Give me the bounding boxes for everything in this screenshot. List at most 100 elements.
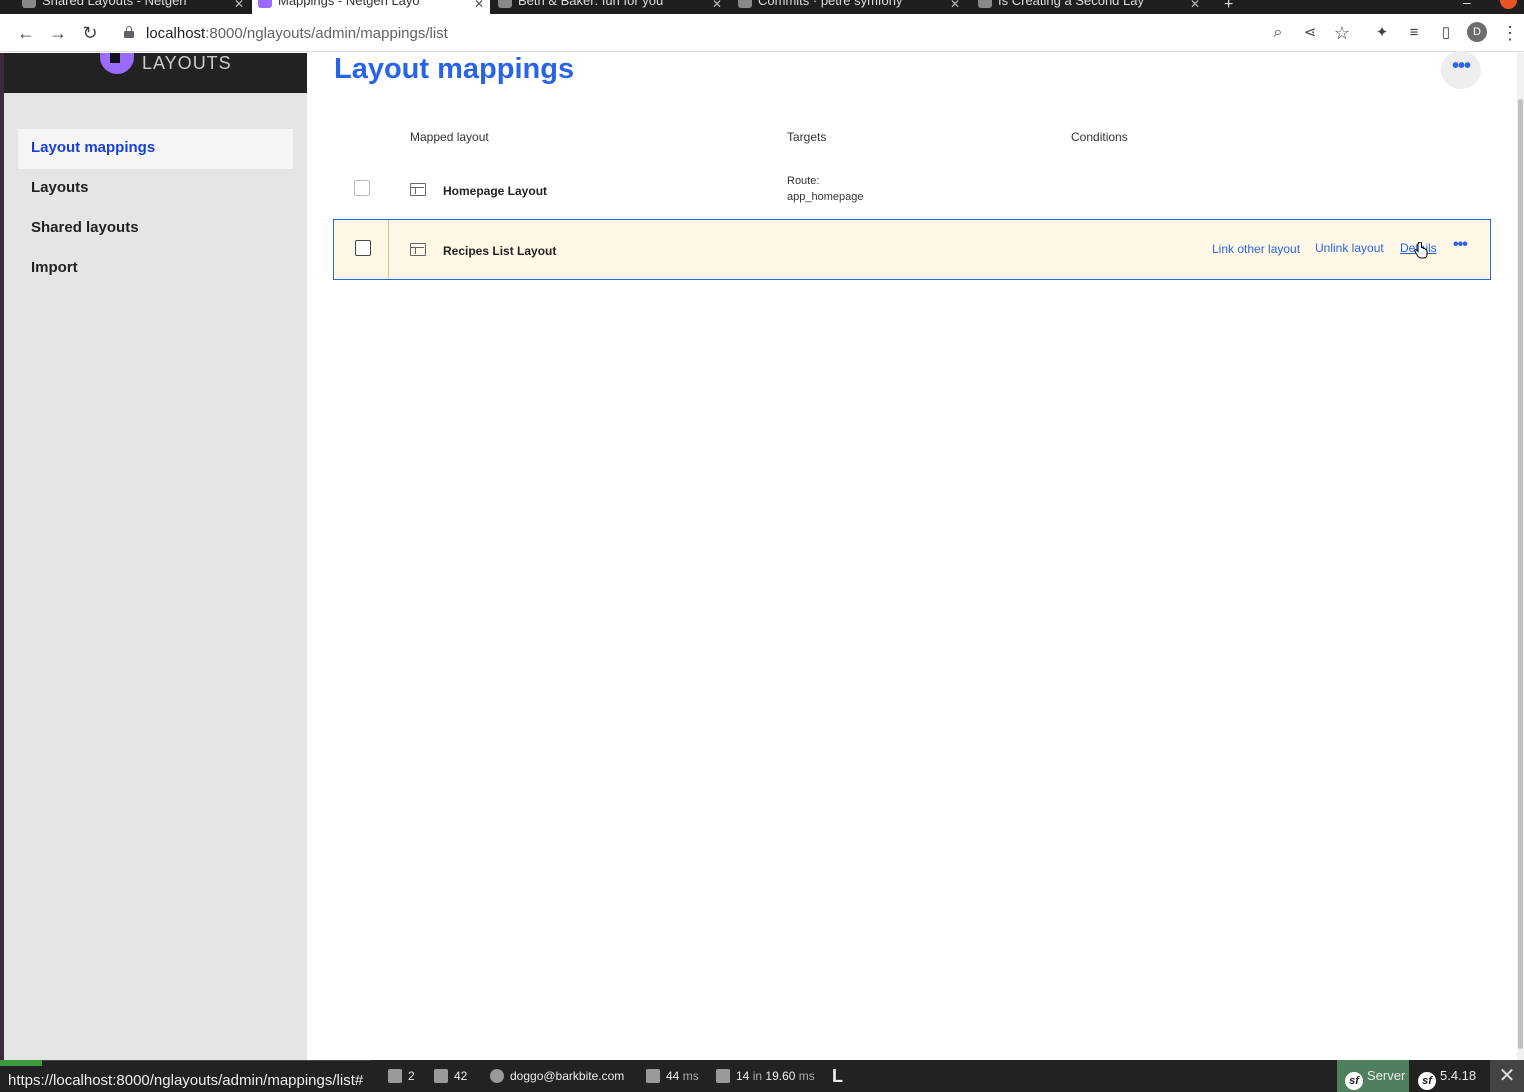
- form-icon: [388, 1069, 402, 1083]
- column-header-conditions: Conditions: [1071, 130, 1128, 144]
- debug-panel-db[interactable]: 14 in 19.60 ms: [716, 1060, 815, 1092]
- page-scrollbar[interactable]: [1517, 53, 1524, 1060]
- tab-title: Commits · petre symfony: [758, 0, 903, 8]
- url-path: :8000/nglayouts/admin/mappings/list: [205, 25, 448, 42]
- sidebar: LAYOUTS Layout mappings Layouts Shared l…: [4, 53, 307, 1060]
- unlink-layout-button[interactable]: Unlink layout: [1315, 241, 1384, 255]
- profile-avatar[interactable]: D: [1467, 22, 1487, 42]
- table-row-highlighted[interactable]: Recipes List Layout Link other layout Un…: [333, 219, 1491, 280]
- layout-name[interactable]: Recipes List Layout: [443, 244, 556, 258]
- debug-time-value: 44: [666, 1069, 680, 1083]
- browser-tabstrip: Shared Layouts - Netgen ✕ Mappings - Net…: [0, 0, 1524, 14]
- lock-icon[interactable]: [124, 26, 134, 38]
- extensions-icon[interactable]: ✦: [1372, 23, 1392, 43]
- minimize-icon[interactable]: –: [1463, 0, 1471, 10]
- tab-title: Shared Layouts - Netgen: [42, 0, 187, 8]
- row-select-checkbox[interactable]: [355, 240, 371, 256]
- server-panel[interactable]: sf Server: [1337, 1060, 1409, 1092]
- translation-icon: [434, 1069, 448, 1083]
- debug-panel-time[interactable]: 44 ms: [646, 1060, 699, 1092]
- side-panel-icon[interactable]: ▯: [1436, 23, 1456, 43]
- browser-toolbar: ← → ↻ localhost:8000/nglayouts/admin/map…: [0, 14, 1524, 52]
- tab-title: Beth & Baker: fun for you: [518, 0, 664, 8]
- row-select-checkbox[interactable]: [354, 180, 370, 196]
- browser-menu-icon[interactable]: ⋮: [1500, 23, 1520, 43]
- bookmark-star-icon[interactable]: ☆: [1332, 23, 1352, 43]
- sidebar-item-import[interactable]: Import: [18, 249, 293, 289]
- link-status-url: https://localhost:8000/nglayouts/admin/m…: [0, 1060, 372, 1092]
- symfony-debug-toolbar: https://localhost:8000/nglayouts/admin/m…: [0, 1060, 1524, 1092]
- timer-icon: [646, 1069, 660, 1083]
- new-tab-icon[interactable]: +: [1224, 0, 1233, 14]
- hand-cursor-icon: [1414, 242, 1428, 259]
- main-content: Layout mappings ••• Mapped layout Target…: [307, 51, 1517, 1060]
- browser-tab-2[interactable]: Beth & Baker: fun for you ✕: [492, 0, 728, 14]
- zoom-icon[interactable]: ⌕: [1268, 23, 1288, 43]
- share-icon[interactable]: ⋖: [1300, 23, 1320, 43]
- debug-count-b: 42: [454, 1069, 468, 1083]
- close-tab-icon[interactable]: ✕: [712, 0, 722, 11]
- browser-tab-1[interactable]: Mappings - Netgen Layo ✕: [252, 0, 490, 14]
- layouts-logo-icon: [100, 53, 134, 74]
- debug-user: doggo@barkbite.com: [510, 1069, 625, 1083]
- debug-db-queries: 14: [736, 1069, 750, 1083]
- layout-icon: [410, 243, 426, 256]
- media-control-icon[interactable]: ≡: [1404, 23, 1424, 43]
- sidebar-nav: Layout mappings Layouts Shared layouts I…: [18, 129, 293, 289]
- symfony-version-panel[interactable]: sf 5.4.18: [1414, 1060, 1476, 1092]
- close-tab-icon[interactable]: ✕: [474, 0, 484, 11]
- column-header-mapped-layout: Mapped layout: [410, 130, 489, 144]
- address-bar[interactable]: localhost:8000/nglayouts/admin/mappings/…: [114, 18, 1364, 48]
- tab-title: Is Creating a Second Lay: [998, 0, 1144, 8]
- user-icon: [490, 1069, 504, 1083]
- tab-favicon-icon: [258, 0, 272, 8]
- sidebar-item-layouts[interactable]: Layouts: [18, 169, 293, 209]
- window-close-icon[interactable]: [1500, 0, 1517, 9]
- close-tab-icon[interactable]: ✕: [234, 0, 244, 11]
- server-label: Server: [1367, 1068, 1406, 1083]
- tab-favicon-icon: [738, 0, 752, 8]
- layouts-debug-icon[interactable]: L: [832, 1060, 843, 1092]
- sidebar-item-layout-mappings[interactable]: Layout mappings: [18, 129, 293, 169]
- debug-panel-a[interactable]: 2: [388, 1060, 415, 1092]
- close-tab-icon[interactable]: ✕: [950, 0, 960, 11]
- link-other-layout-button[interactable]: Link other layout: [1212, 242, 1300, 256]
- tab-favicon-icon: [978, 0, 992, 8]
- debug-db-time: 19.60: [765, 1069, 796, 1083]
- sidebar-item-shared-layouts[interactable]: Shared layouts: [18, 209, 293, 249]
- brand-header: LAYOUTS: [4, 53, 307, 93]
- scrollbar-thumb[interactable]: [1518, 99, 1523, 1049]
- symfony-icon: sf: [1418, 1072, 1436, 1090]
- page-title: Layout mappings: [334, 53, 575, 85]
- row-more-menu-button[interactable]: •••: [1453, 236, 1468, 254]
- tab-favicon-icon: [498, 0, 512, 8]
- database-icon: [716, 1069, 730, 1083]
- debug-db-unit: ms: [798, 1069, 815, 1083]
- debug-panel-translation[interactable]: 42: [434, 1060, 467, 1092]
- url-text[interactable]: localhost:8000/nglayouts/admin/mappings/…: [146, 25, 448, 42]
- url-host: localhost: [146, 25, 206, 42]
- debug-panel-user[interactable]: doggo@barkbite.com: [490, 1060, 624, 1092]
- page-actions-menu-button[interactable]: •••: [1441, 51, 1481, 89]
- browser-tab-4[interactable]: Is Creating a Second Lay ✕: [972, 0, 1206, 14]
- status-indicator: [0, 1060, 42, 1066]
- tab-favicon-icon: [22, 0, 36, 8]
- row-divider: [388, 220, 389, 279]
- back-icon[interactable]: ←: [16, 23, 36, 43]
- layout-name[interactable]: Homepage Layout: [443, 184, 547, 198]
- forward-icon[interactable]: →: [48, 23, 68, 43]
- close-tab-icon[interactable]: ✕: [1190, 0, 1200, 11]
- browser-tab-3[interactable]: Commits · petre symfony ✕: [732, 0, 966, 14]
- close-toolbar-icon[interactable]: ✕: [1490, 1060, 1524, 1092]
- layout-icon: [410, 183, 426, 196]
- column-header-targets: Targets: [787, 130, 827, 144]
- reload-icon[interactable]: ↻: [80, 23, 100, 43]
- symfony-icon: sf: [1345, 1072, 1363, 1090]
- target-value: app_homepage: [787, 191, 864, 203]
- browser-tab-0[interactable]: Shared Layouts - Netgen ✕: [16, 0, 250, 14]
- tab-title: Mappings - Netgen Layo: [278, 0, 420, 8]
- debug-time-unit: ms: [682, 1069, 699, 1083]
- debug-db-in: in: [752, 1069, 763, 1083]
- brand-name: LAYOUTS: [142, 53, 232, 73]
- debug-count-a: 2: [408, 1069, 415, 1083]
